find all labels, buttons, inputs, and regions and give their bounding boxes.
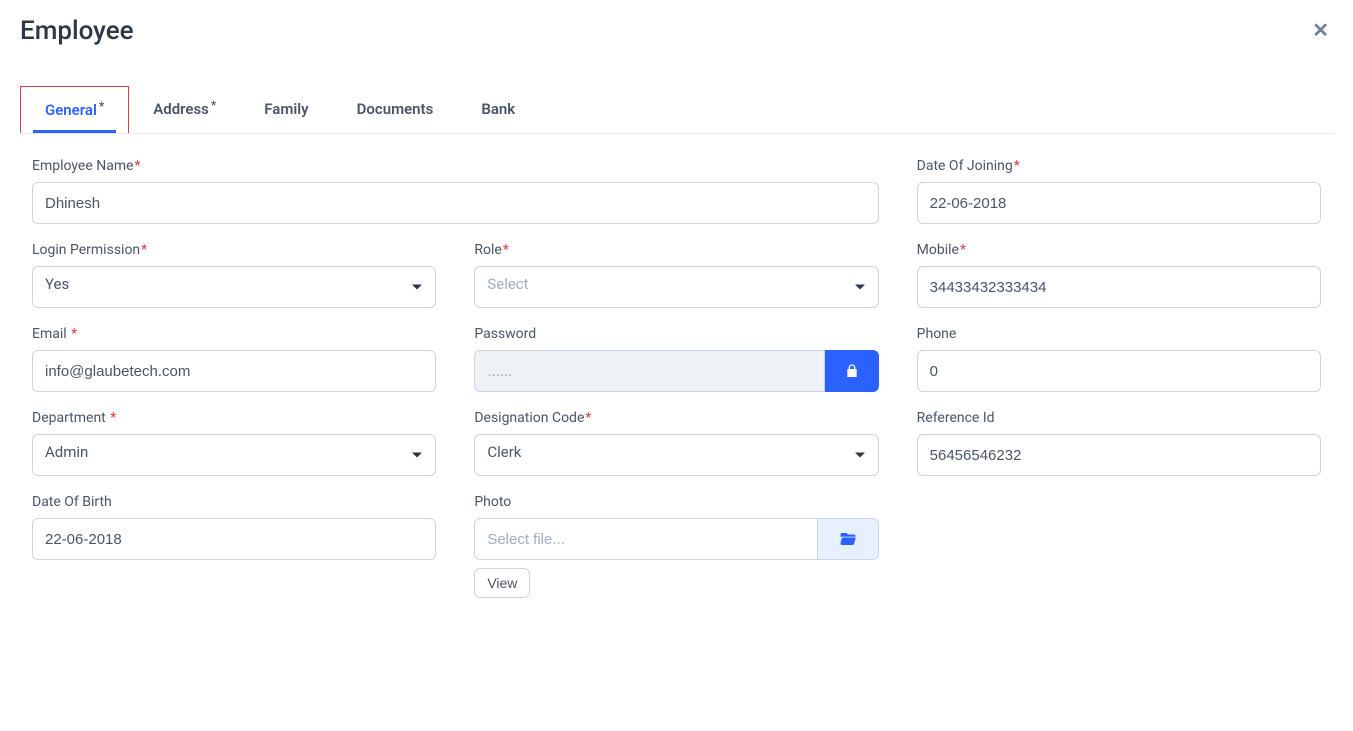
photo-browse-button[interactable] — [818, 518, 879, 560]
photo-file-input[interactable] — [474, 518, 818, 560]
field-password: Password — [474, 326, 878, 392]
tab-family[interactable]: Family — [240, 86, 332, 133]
mobile-input[interactable] — [917, 266, 1321, 308]
login-permission-select[interactable]: Yes — [32, 266, 436, 308]
required-asterisk: * — [211, 98, 216, 112]
field-reference-id: Reference Id — [917, 410, 1321, 476]
field-department: Department * Admin — [32, 410, 436, 476]
field-login-permission: Login Permission* Yes — [32, 242, 436, 308]
label-photo: Photo — [474, 494, 878, 510]
field-date-of-birth: Date Of Birth — [32, 494, 436, 598]
email-input[interactable] — [32, 350, 436, 392]
tab-general[interactable]: General* — [20, 86, 129, 133]
tab-documents[interactable]: Documents — [333, 86, 458, 133]
field-date-of-joining: Date Of Joining* — [917, 158, 1321, 224]
tab-label: Documents — [357, 100, 434, 118]
tab-address[interactable]: Address* — [129, 86, 240, 133]
password-lock-button[interactable] — [825, 350, 879, 392]
label-reference-id: Reference Id — [917, 410, 1321, 426]
reference-id-input[interactable] — [917, 434, 1321, 476]
field-email: Email * — [32, 326, 436, 392]
field-phone: Phone — [917, 326, 1321, 392]
label-date-of-joining: Date Of Joining* — [917, 158, 1321, 174]
label-designation-code: Designation Code* — [474, 410, 878, 426]
photo-view-button[interactable]: View — [474, 568, 530, 598]
field-employee-name: Employee Name* — [32, 158, 879, 224]
tab-label: General — [45, 101, 97, 119]
field-photo: Photo View — [474, 494, 878, 598]
field-designation-code: Designation Code* Clerk — [474, 410, 878, 476]
employee-name-input[interactable] — [32, 182, 879, 224]
label-department: Department * — [32, 410, 436, 426]
close-icon: ✕ — [1312, 18, 1329, 42]
tab-label: Family — [264, 100, 308, 118]
tab-bar: General* Address* Family Documents Bank — [20, 86, 1333, 134]
form: Employee Name* Date Of Joining* Login Pe… — [20, 158, 1333, 598]
role-select[interactable]: Select — [474, 266, 878, 308]
tab-label: Address — [153, 100, 209, 118]
tab-bank[interactable]: Bank — [457, 86, 539, 133]
required-asterisk: * — [99, 99, 104, 113]
phone-input[interactable] — [917, 350, 1321, 392]
label-email: Email * — [32, 326, 436, 342]
date-of-birth-input[interactable] — [32, 518, 436, 560]
label-date-of-birth: Date Of Birth — [32, 494, 436, 510]
date-of-joining-input[interactable] — [917, 182, 1321, 224]
folder-open-icon — [839, 530, 857, 548]
label-password: Password — [474, 326, 878, 342]
designation-code-select[interactable]: Clerk — [474, 434, 878, 476]
department-select[interactable]: Admin — [32, 434, 436, 476]
field-role: Role* Select — [474, 242, 878, 308]
label-employee-name: Employee Name* — [32, 158, 879, 174]
label-mobile: Mobile* — [917, 242, 1321, 258]
label-login-permission: Login Permission* — [32, 242, 436, 258]
tab-label: Bank — [481, 100, 515, 118]
lock-icon — [844, 363, 860, 379]
field-mobile: Mobile* — [917, 242, 1321, 308]
label-phone: Phone — [917, 326, 1321, 342]
page-title: Employee — [20, 16, 134, 46]
password-input — [474, 350, 825, 392]
label-role: Role* — [474, 242, 878, 258]
close-button[interactable]: ✕ — [1308, 16, 1333, 44]
